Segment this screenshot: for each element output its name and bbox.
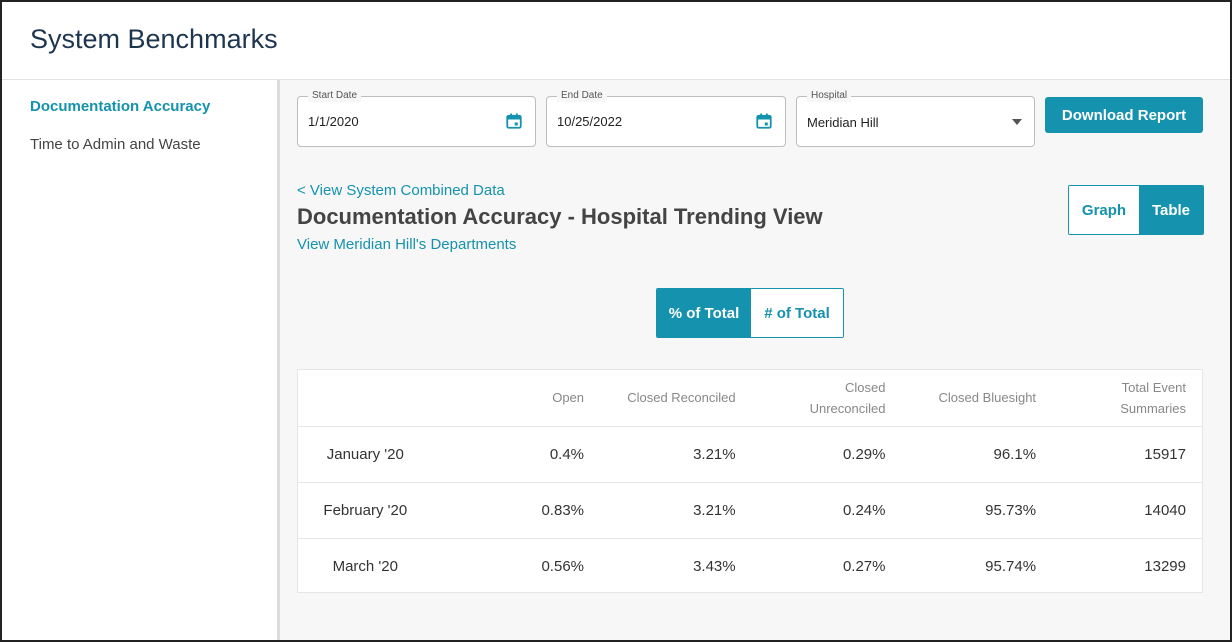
- sidebar-item-time-to-admin-and-waste[interactable]: Time to Admin and Waste: [30, 136, 201, 153]
- table-cell: 14040: [1052, 482, 1202, 539]
- table-cell: 96.1%: [901, 426, 1053, 483]
- end-date-field[interactable]: End Date 10/25/2022: [546, 90, 786, 147]
- hospital-value: Meridian Hill: [807, 115, 879, 130]
- table-row: March '20 0.56% 3.43% 0.27% 95.74% 13299: [298, 538, 1202, 594]
- sidebar-item-documentation-accuracy[interactable]: Documentation Accuracy: [30, 98, 210, 115]
- table-cell: 95.73%: [901, 482, 1053, 539]
- trend-table: Open Closed Reconciled Closed Unreconcil…: [297, 369, 1203, 593]
- end-date-value: 10/25/2022: [557, 114, 623, 129]
- table-cell: March '20: [332, 557, 398, 575]
- main-content: Start Date 1/1/2020 End Date 10/25/2022: [283, 80, 1230, 640]
- table-cell: 95.74%: [985, 557, 1037, 575]
- calendar-icon[interactable]: [755, 112, 773, 130]
- percent-of-total-button[interactable]: % of Total: [657, 289, 751, 337]
- column-header: Open: [432, 370, 601, 427]
- view-system-combined-data-link[interactable]: < View System Combined Data: [297, 182, 505, 199]
- table-view-button[interactable]: Table: [1139, 186, 1203, 234]
- hospital-label: Hospital: [807, 90, 852, 102]
- hospital-select[interactable]: Hospital Meridian Hill: [796, 90, 1035, 147]
- table-cell: 0.83%: [432, 482, 601, 539]
- table-cell: 3.21%: [600, 426, 752, 483]
- column-header: [298, 370, 433, 427]
- table-cell: 0.24%: [751, 482, 902, 539]
- column-header: Closed Bluesight: [901, 370, 1053, 427]
- column-header: Total Event Summaries: [1052, 370, 1202, 427]
- table-cell: 13299: [1144, 557, 1186, 575]
- calendar-icon[interactable]: [505, 112, 523, 130]
- table-cell: 0.4%: [432, 426, 601, 483]
- column-header: Closed Reconciled: [600, 370, 752, 427]
- app-title: System Benchmarks: [30, 24, 278, 54]
- table-row: February '20 0.83% 3.21% 0.24% 95.73% 14…: [298, 482, 1202, 539]
- end-date-label: End Date: [557, 90, 607, 102]
- count-of-total-button[interactable]: # of Total: [751, 289, 843, 337]
- table-cell: 3.43%: [693, 557, 736, 575]
- table-cell: 15917: [1052, 426, 1202, 483]
- view-toggle: Graph Table: [1068, 185, 1204, 235]
- download-report-button[interactable]: Download Report: [1045, 97, 1203, 133]
- table-cell: 0.29%: [751, 426, 902, 483]
- start-date-label: Start Date: [308, 90, 362, 102]
- table-cell: 0.56%: [541, 557, 585, 575]
- start-date-field[interactable]: Start Date 1/1/2020: [297, 90, 536, 147]
- page-title: Documentation Accuracy - Hospital Trendi…: [297, 204, 823, 229]
- app-window: System Benchmarks Documentation Accuracy…: [0, 0, 1232, 642]
- table-cell: February '20: [298, 482, 433, 539]
- start-date-value: 1/1/2020: [308, 114, 359, 129]
- metric-toggle: % of Total # of Total: [656, 288, 844, 338]
- table-cell: 3.21%: [600, 482, 752, 539]
- table-row: January '20 0.4% 3.21% 0.29% 96.1% 15917: [298, 426, 1202, 483]
- table-header-row: Open Closed Reconciled Closed Unreconcil…: [298, 370, 1202, 427]
- column-header: Closed Unreconciled: [751, 370, 902, 427]
- page-header: System Benchmarks: [2, 2, 1230, 80]
- graph-view-button[interactable]: Graph: [1069, 186, 1139, 234]
- table-cell: January '20: [298, 426, 433, 483]
- table-cell: 0.27%: [842, 557, 886, 575]
- sidebar: Documentation Accuracy Time to Admin and…: [2, 80, 280, 640]
- chevron-down-icon[interactable]: [1012, 119, 1022, 125]
- view-departments-link[interactable]: View Meridian Hill's Departments: [297, 236, 516, 253]
